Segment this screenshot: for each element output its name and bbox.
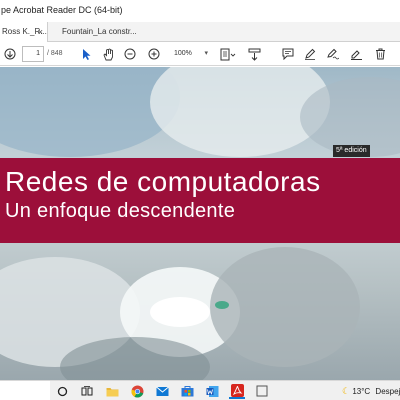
- zoom-value: 100%: [174, 50, 192, 57]
- comment-icon[interactable]: [280, 46, 296, 62]
- task-view-icon[interactable]: [79, 383, 95, 399]
- select-cursor-icon[interactable]: [80, 46, 94, 62]
- window-title: pe Acrobat Reader DC (64-bit): [0, 0, 400, 22]
- scroll-mode-icon[interactable]: [246, 46, 262, 62]
- edition-label: 5ª edición: [333, 145, 370, 157]
- word-icon[interactable]: [204, 383, 220, 399]
- fill-sign-icon[interactable]: [348, 46, 364, 62]
- highlight-pen-icon[interactable]: [302, 46, 318, 62]
- weather-icon: ☾: [342, 386, 351, 396]
- chrome-icon[interactable]: [129, 383, 145, 399]
- zoom-out-icon[interactable]: [122, 46, 138, 62]
- weather-widget[interactable]: ☾ 13°C Despeje: [342, 381, 400, 400]
- tab-bar: Ross K._R... × Fountain_La constr...: [0, 22, 400, 42]
- zoom-level-select[interactable]: 100% ▾: [168, 46, 210, 62]
- book-title: Redes de computadoras: [5, 166, 321, 197]
- taskbar: ☾ 13°C Despeje: [0, 380, 400, 400]
- draw-sign-icon[interactable]: [324, 46, 340, 62]
- book-subtitle: Un enfoque descendente: [5, 200, 236, 222]
- tab-label: Fountain_La constr...: [62, 27, 137, 36]
- app-icon[interactable]: [254, 383, 270, 399]
- zoom-in-icon[interactable]: [146, 46, 162, 62]
- tab-ross[interactable]: Ross K._R... ×: [0, 22, 48, 42]
- cover-image-blob: [210, 247, 360, 367]
- weather-text: Despeje: [375, 387, 400, 396]
- cover-image-blob: [215, 301, 229, 309]
- mail-icon[interactable]: [154, 383, 170, 399]
- delete-icon[interactable]: [372, 46, 388, 62]
- document-page[interactable]: 5ª edición Redes de computadoras Un enfo…: [0, 67, 400, 380]
- page-total: / 848: [47, 50, 63, 57]
- title-band: Redes de computadoras Un enfoque descend…: [0, 158, 400, 243]
- page-down-icon[interactable]: [2, 46, 18, 62]
- acrobat-reader-icon[interactable]: [229, 383, 245, 399]
- store-icon[interactable]: [179, 383, 195, 399]
- tab-fountain[interactable]: Fountain_La constr...: [62, 22, 144, 42]
- cortana-icon[interactable]: [54, 383, 70, 399]
- weather-temp: 13°C: [352, 387, 371, 396]
- toolbar: 1 / 848 100% ▾: [0, 42, 400, 66]
- page-number-input[interactable]: 1: [22, 46, 44, 62]
- close-tab-icon[interactable]: ×: [38, 22, 43, 42]
- chevron-down-icon: ▾: [204, 50, 208, 57]
- taskbar-search-box[interactable]: [0, 381, 50, 400]
- page-layout-icon[interactable]: [218, 46, 238, 62]
- cover-image-blob: [150, 297, 210, 327]
- file-explorer-icon[interactable]: [104, 383, 120, 399]
- hand-tool-icon[interactable]: [100, 46, 116, 62]
